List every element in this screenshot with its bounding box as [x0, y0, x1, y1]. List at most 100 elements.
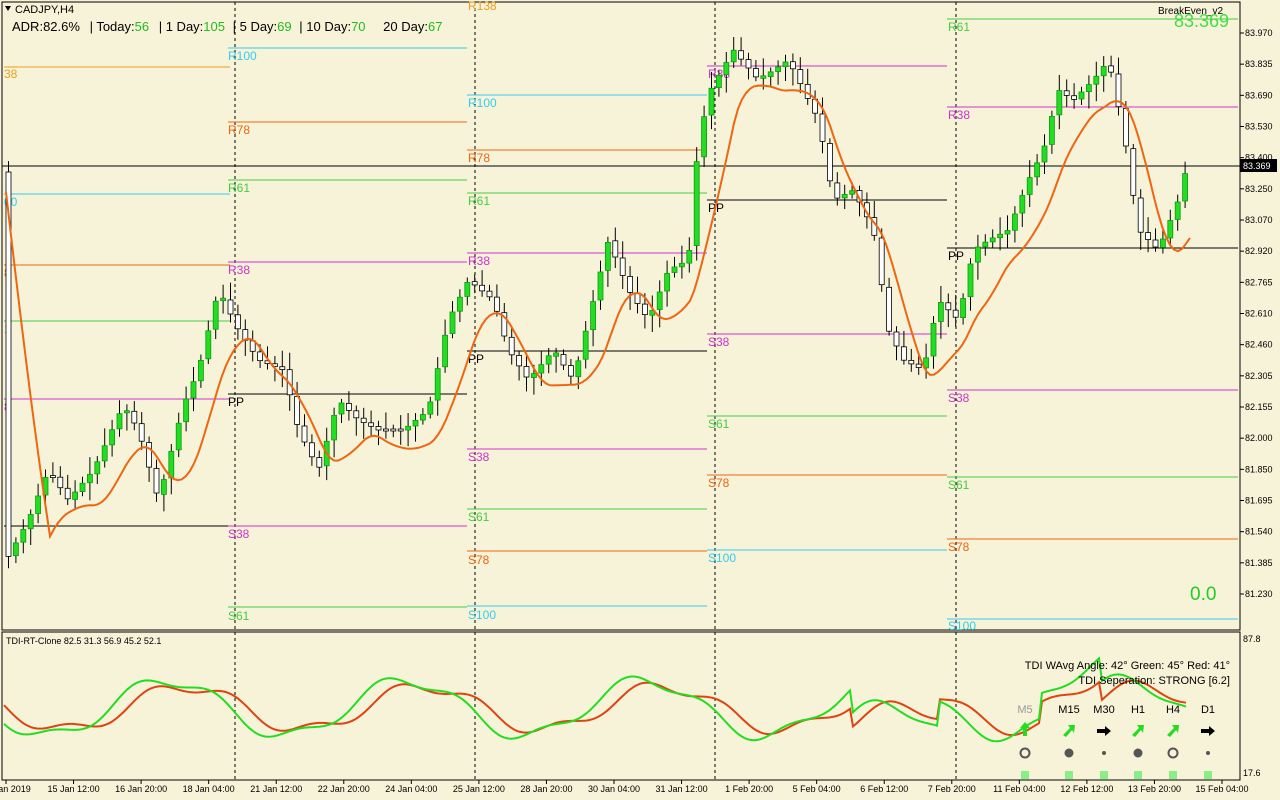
bull-candle	[693, 161, 700, 247]
p4-s38-label: S38	[948, 391, 970, 405]
p2-r138-label: R138	[468, 0, 497, 13]
price-tick-label: 82.460	[1245, 340, 1273, 350]
bull-candle	[101, 445, 108, 462]
bear-candle	[508, 336, 515, 356]
price-tick-label: 83.530	[1245, 122, 1273, 132]
bull-candle	[79, 482, 86, 493]
bear-candle	[1130, 148, 1137, 196]
bear-candle	[301, 425, 308, 443]
bull-candle	[1182, 173, 1188, 202]
bull-candle	[175, 422, 182, 451]
bull-candle	[1078, 91, 1085, 100]
status-square	[1065, 771, 1073, 779]
price-tick-label: 83.970	[1245, 28, 1273, 38]
bear-candle	[50, 475, 56, 478]
p2-s38-label: S38	[468, 450, 490, 464]
bear-candle	[234, 314, 241, 330]
bear-candle	[375, 426, 382, 431]
bull-candle	[220, 297, 227, 302]
bull-candle	[656, 291, 663, 310]
bear-candle	[131, 410, 138, 424]
bull-candle	[849, 190, 855, 195]
bear-candle	[486, 290, 493, 298]
bull-candle	[338, 402, 345, 415]
price-axis[interactable]: 83.97083.83583.69083.53083.40083.25083.0…	[1240, 28, 1273, 599]
trading-chart[interactable]: 38 00 8 1 8 R100 R78 R61 R38 PP S38 S61 …	[0, 0, 1280, 800]
price-panel[interactable]	[1, 1, 1241, 631]
price-tick-label: 83.070	[1245, 215, 1273, 225]
d5-label: | 5 Day:	[233, 19, 278, 34]
bull-candle	[1100, 66, 1107, 77]
bear-candle	[627, 276, 633, 293]
time-tick-label: 14 Jan 2019	[0, 784, 31, 794]
price-tick-label: 81.230	[1245, 589, 1273, 599]
bear-candle	[790, 61, 796, 70]
time-tick-label: 31 Jan 12:00	[656, 784, 708, 794]
bull-candle	[679, 262, 685, 268]
bull-candle	[841, 193, 848, 199]
bull-candle	[671, 266, 678, 273]
bull-candle	[449, 311, 456, 334]
p4-s78-label: S78	[948, 540, 970, 554]
price-tick-label: 81.540	[1245, 527, 1273, 537]
bull-candle	[190, 381, 197, 399]
p1-s38-label: S38	[228, 527, 250, 541]
bull-candle	[87, 473, 93, 484]
price-tick-label: 82.765	[1245, 277, 1273, 287]
bull-candle	[775, 66, 781, 73]
status-square	[1100, 771, 1108, 779]
price-tick-label: 82.155	[1245, 402, 1273, 412]
time-tick-label: 15 Feb 04:00	[1195, 784, 1248, 794]
price-tick-label: 83.250	[1245, 184, 1273, 194]
bear-candle	[1123, 108, 1129, 147]
bear-candle	[893, 331, 900, 347]
d1-value: 105	[203, 19, 225, 34]
bull-candle	[538, 364, 545, 374]
bear-candle	[64, 487, 71, 500]
timeframe-label: M5	[1017, 704, 1032, 716]
p3-s61-label: S61	[708, 417, 730, 431]
bear-candle	[257, 351, 264, 362]
bull-candle	[553, 352, 559, 357]
bull-candle	[723, 62, 730, 76]
bull-candle	[531, 373, 537, 378]
timeframe-label: D1	[1201, 704, 1215, 716]
timeframe-label: H1	[1131, 704, 1145, 716]
p2-s78-label: S78	[468, 553, 490, 567]
price-tick-label: 81.695	[1245, 496, 1273, 506]
bear-candle	[908, 359, 915, 365]
bull-candle	[27, 514, 34, 530]
bull-candle	[982, 241, 989, 248]
bear-candle	[479, 284, 486, 292]
bull-candle	[124, 410, 130, 414]
p2-r61-label: R61	[468, 194, 490, 208]
time-tick-label: 11 Feb 04:00	[993, 784, 1045, 794]
today-value: 56	[135, 19, 149, 34]
timeframe-label: M15	[1058, 704, 1079, 716]
p1-r61-label: R61	[228, 181, 250, 195]
bear-candle	[1108, 65, 1114, 73]
bull-candle	[212, 300, 219, 330]
bull-candle	[197, 359, 204, 382]
status-square	[1021, 771, 1029, 779]
bull-candle	[1034, 162, 1040, 178]
status-square	[1204, 771, 1212, 779]
bear-candle	[745, 59, 752, 69]
bull-candle	[331, 414, 338, 441]
indicator-panel[interactable]	[1, 631, 1241, 781]
time-axis[interactable]: 14 Jan 2019 15 Jan 12:00 16 Jan 20:00 18 Ja…	[0, 780, 1249, 794]
bear-candle	[345, 402, 352, 411]
today-label: | Today:	[90, 19, 135, 34]
bull-candle	[960, 298, 966, 318]
bear-candle	[1063, 90, 1070, 96]
small-dot-indicator-icon	[1206, 751, 1210, 755]
d10-label: | 10 Day:	[299, 19, 351, 34]
current-price-tag-text: 83.369	[1243, 161, 1271, 171]
bull-candle	[708, 87, 715, 116]
bear-candle	[1137, 197, 1144, 233]
bear-candle	[945, 302, 952, 311]
indicator-axis-bottom: 17.6	[1243, 768, 1261, 778]
time-tick-label: 28 Jan 20:00	[520, 784, 572, 794]
bear-candle	[353, 410, 360, 419]
bull-candle	[1174, 201, 1181, 220]
